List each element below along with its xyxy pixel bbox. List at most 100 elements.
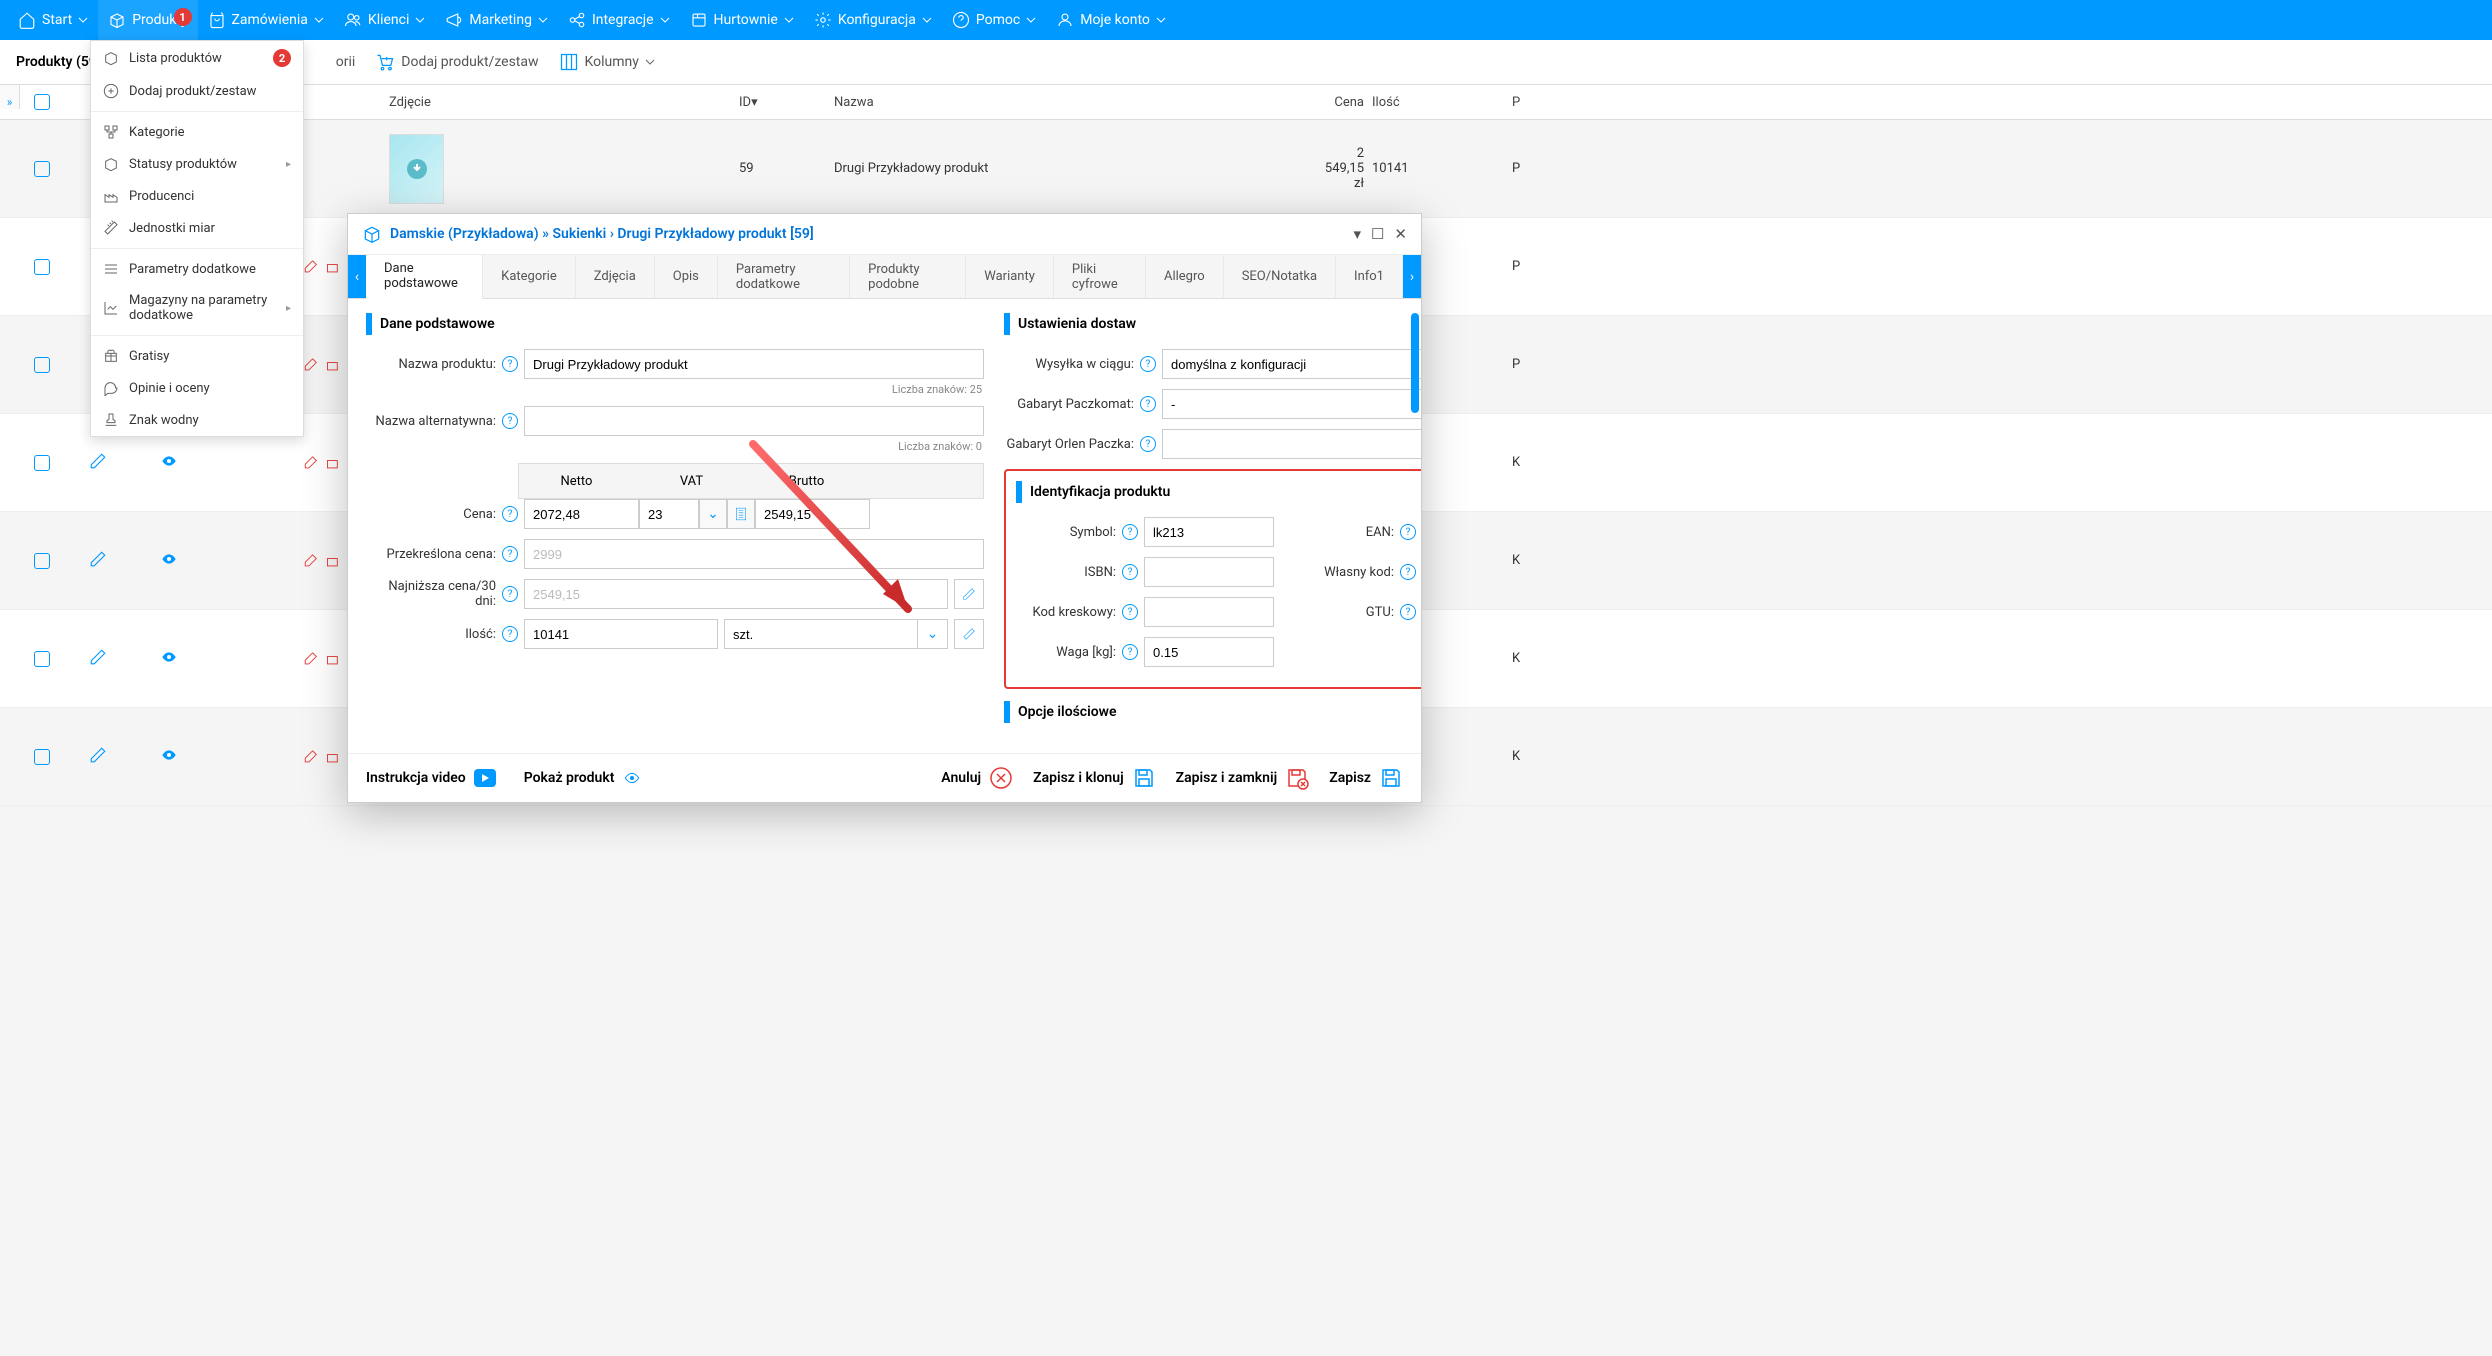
dropdown-categories[interactable]: Kategorie (91, 116, 303, 148)
input-netto[interactable] (524, 499, 639, 529)
pencil-icon[interactable] (89, 648, 107, 666)
row-checkbox[interactable] (34, 553, 50, 569)
input-altname[interactable] (524, 406, 984, 436)
table-row[interactable]: 59 Drugi Przykładowy produkt 2 549,15 zł… (0, 120, 2492, 218)
tab-allegro[interactable]: Allegro (1146, 255, 1224, 298)
instruction-video[interactable]: Instrukcja video (366, 769, 496, 787)
input-crossed[interactable] (524, 539, 984, 569)
row-checkbox[interactable] (34, 455, 50, 471)
input-weight[interactable] (1144, 637, 1274, 667)
unit-dropdown[interactable]: ⌄ (918, 619, 948, 649)
input-symbol[interactable] (1144, 517, 1274, 547)
eye-icon[interactable] (159, 747, 179, 763)
dropdown-statuses[interactable]: Statusy produktów ▸ (91, 148, 303, 180)
cancel-button[interactable]: Anuluj (941, 766, 1013, 790)
tab-seo[interactable]: SEO/Notatka (1224, 255, 1336, 298)
help-icon[interactable]: ? (502, 586, 518, 602)
show-product[interactable]: Pokaż produkt (524, 770, 643, 786)
help-icon[interactable]: ? (1140, 396, 1156, 412)
help-icon[interactable]: ? (1400, 604, 1416, 620)
save-button[interactable]: Zapisz (1329, 766, 1403, 790)
help-icon[interactable]: ? (1122, 564, 1138, 580)
vat-calc[interactable] (727, 499, 755, 529)
input-shipping[interactable] (1162, 349, 1421, 379)
vat-dropdown[interactable]: ⌄ (699, 499, 727, 529)
tab-params[interactable]: Parametry dodatkowe (718, 255, 850, 298)
pencil-icon[interactable] (89, 550, 107, 568)
checkbox-all[interactable] (34, 94, 50, 110)
toolbar-columns[interactable]: Kolumny (559, 52, 655, 72)
help-icon[interactable]: ? (1400, 564, 1416, 580)
input-gabaryt-paczkomat[interactable] (1162, 389, 1421, 419)
help-icon[interactable]: ? (1140, 436, 1156, 452)
help-icon[interactable]: ? (502, 506, 518, 522)
tab-variants[interactable]: Warianty (966, 255, 1054, 298)
input-gabaryt-orlen[interactable] (1162, 429, 1421, 459)
tab-basic[interactable]: Dane podstawowe (366, 255, 483, 299)
close-icon[interactable]: ✕ (1394, 225, 1407, 243)
scrollbar[interactable] (1411, 313, 1419, 413)
th-qty[interactable]: Ilość (1368, 95, 1428, 110)
pencil-icon[interactable] (89, 746, 107, 764)
toolbar-add-product[interactable]: Dodaj produkt/zestaw (375, 52, 538, 72)
eye-icon[interactable] (159, 453, 179, 469)
tab-photos[interactable]: Zdjęcia (576, 255, 655, 298)
th-photo[interactable]: Zdjęcie (385, 95, 450, 110)
nav-integrations[interactable]: Integracje (558, 0, 680, 40)
help-icon[interactable]: ? (1122, 604, 1138, 620)
tab-categories[interactable]: Kategorie (483, 255, 576, 298)
tab-similar[interactable]: Produkty podobne (850, 255, 966, 298)
help-icon[interactable]: ? (502, 546, 518, 562)
minimize-icon[interactable]: ▾ (1353, 225, 1361, 243)
nav-config[interactable]: Konfiguracja (804, 0, 942, 40)
tab-digital[interactable]: Pliki cyfrowe (1054, 255, 1146, 298)
dropdown-watermark[interactable]: Znak wodny (91, 404, 303, 436)
maximize-icon[interactable]: ☐ (1371, 225, 1384, 243)
save-close-button[interactable]: Zapisz i zamknij (1176, 766, 1310, 790)
tab-desc[interactable]: Opis (655, 255, 718, 298)
dropdown-producers[interactable]: Producenci (91, 180, 303, 212)
help-icon[interactable]: ? (1400, 524, 1416, 540)
toolbar-categories[interactable]: orii (336, 54, 356, 70)
nav-start[interactable]: Start (8, 0, 98, 40)
help-icon[interactable]: ? (502, 626, 518, 642)
row-checkbox[interactable] (34, 357, 50, 373)
input-lowest[interactable] (524, 579, 948, 609)
nav-help[interactable]: Pomoc (942, 0, 1046, 40)
dropdown-params[interactable]: Parametry dodatkowe (91, 253, 303, 285)
row-checkbox[interactable] (34, 651, 50, 667)
tab-prev[interactable]: ‹ (348, 255, 366, 298)
nav-clients[interactable]: Klienci (334, 0, 435, 40)
dropdown-list-products[interactable]: Lista produktów 2 (91, 41, 303, 75)
help-icon[interactable]: ? (502, 356, 518, 372)
eye-icon[interactable] (159, 551, 179, 567)
save-clone-button[interactable]: Zapisz i klonuj (1033, 766, 1156, 790)
dropdown-units[interactable]: Jednostki miar (91, 212, 303, 244)
row-checkbox[interactable] (34, 259, 50, 275)
eye-icon[interactable] (159, 649, 179, 665)
expand-sidebar[interactable]: » (0, 85, 20, 109)
qty-ruler[interactable] (954, 619, 984, 649)
tab-info1[interactable]: Info1 (1336, 255, 1403, 298)
input-brutto[interactable] (755, 499, 870, 529)
nav-orders[interactable]: Zamówienia (198, 0, 334, 40)
th-price[interactable]: Cena (1313, 95, 1368, 110)
dropdown-add-product[interactable]: Dodaj produkt/zestaw (91, 75, 303, 107)
th-name[interactable]: Nazwa (830, 95, 1140, 110)
nav-account[interactable]: Moje konto (1046, 0, 1176, 40)
nav-marketing[interactable]: Marketing (435, 0, 558, 40)
tab-next[interactable]: › (1403, 255, 1421, 298)
dropdown-reviews[interactable]: Opinie i oceny (91, 372, 303, 404)
input-qty[interactable] (524, 619, 718, 649)
nav-products[interactable]: Produkty 1 (98, 0, 197, 40)
input-name[interactable] (524, 349, 984, 379)
input-unit[interactable] (724, 619, 918, 649)
dropdown-freebies[interactable]: Gratisy (91, 340, 303, 372)
row-checkbox[interactable] (34, 749, 50, 765)
help-icon[interactable]: ? (1140, 356, 1156, 372)
th-id[interactable]: ID▾ (735, 95, 830, 110)
input-vat[interactable] (639, 499, 699, 529)
row-checkbox[interactable] (34, 161, 50, 177)
dropdown-warehouses[interactable]: Magazyny na parametry dodatkowe ▸ (91, 285, 303, 331)
pencil-icon[interactable] (89, 452, 107, 470)
